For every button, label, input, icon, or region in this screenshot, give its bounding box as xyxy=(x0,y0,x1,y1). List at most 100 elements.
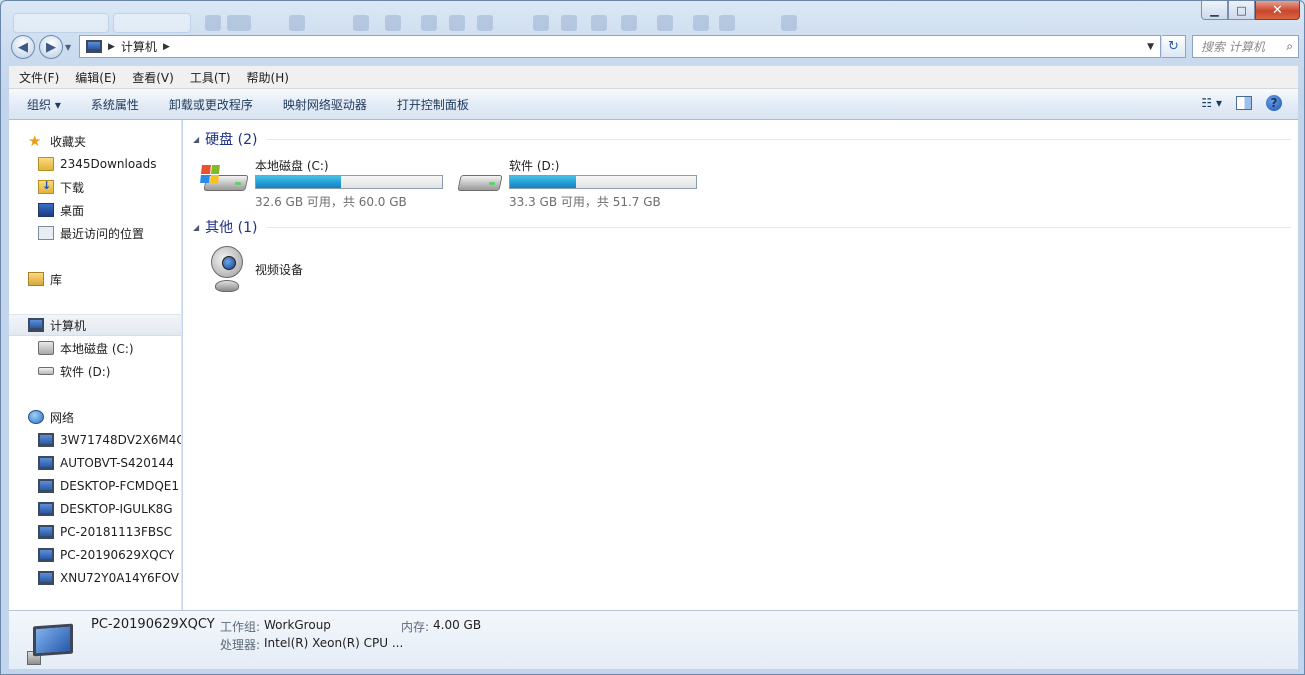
drive-name: 本地磁盘 (C:) xyxy=(255,159,329,173)
open-control-panel-button[interactable]: 打开控制面板 xyxy=(397,96,469,113)
nav-item-2345downloads[interactable]: 2345Downloads xyxy=(9,153,181,175)
nav-network-pc[interactable]: 3W71748DV2X6M4O xyxy=(9,429,181,451)
breadcrumb-separator-icon[interactable]: ▶ xyxy=(108,42,115,52)
minimize-button[interactable]: ▁ xyxy=(1201,1,1228,20)
help-icon[interactable]: ? xyxy=(1266,95,1282,111)
change-view-icon[interactable]: ☷ ▾ xyxy=(1201,96,1222,110)
collapse-triangle-icon[interactable]: ◢ xyxy=(193,135,199,144)
nav-item-desktop[interactable]: 桌面 xyxy=(9,199,181,221)
drive-icon xyxy=(455,169,503,197)
preview-pane-icon[interactable] xyxy=(1236,96,1252,110)
drive-icon xyxy=(38,367,54,375)
forward-button[interactable]: ▶ xyxy=(39,35,63,59)
network-computer-icon xyxy=(38,548,54,562)
nav-label: 最近访问的位置 xyxy=(60,226,145,241)
nav-label: DESKTOP-FCMDQE1 xyxy=(60,479,179,493)
maximize-button[interactable]: □ xyxy=(1228,1,1255,20)
background-icon xyxy=(621,15,637,31)
group-divider xyxy=(267,138,1291,140)
drive-name: 软件 (D:) xyxy=(509,159,560,173)
address-bar[interactable]: ▶ 计算机 ▶ ▼ xyxy=(79,35,1161,58)
drive-d-tile[interactable]: 软件 (D:) 33.3 GB 可用，共 51.7 GB xyxy=(455,157,705,209)
system-properties-button[interactable]: 系统属性 xyxy=(91,96,139,113)
menu-tools[interactable]: 工具(T) xyxy=(190,69,231,86)
uninstall-program-button[interactable]: 卸载或更改程序 xyxy=(169,96,253,113)
nav-network-pc[interactable]: AUTOBVT-S420144 xyxy=(9,452,181,474)
breadcrumb-computer[interactable]: 计算机 xyxy=(121,38,157,55)
nav-network-pc[interactable]: XNU72Y0A14Y6FOV xyxy=(9,567,181,589)
content-pane: ◢ 硬盘 (2) 本地磁盘 (C:) 32.6 GB 可用，共 60.0 GB xyxy=(183,120,1298,610)
menu-file[interactable]: 文件(F) xyxy=(19,69,59,86)
menu-help[interactable]: 帮助(H) xyxy=(247,69,289,86)
explorer-window: ▁ □ ✕ ◀ ▶ ▼ ▶ 计算机 ▶ ▼ ↻ 搜索 计算机 ⌕ 文件(F) 编… xyxy=(0,0,1305,675)
nav-item-recent-places[interactable]: 最近访问的位置 xyxy=(9,222,181,244)
menu-edit[interactable]: 编辑(E) xyxy=(75,69,116,86)
back-arrow-icon: ◀ xyxy=(18,39,28,55)
nav-label: DESKTOP-IGULK8G xyxy=(60,502,173,516)
search-input[interactable]: 搜索 计算机 ⌕ xyxy=(1192,35,1299,58)
library-icon xyxy=(28,272,44,286)
other-group-header[interactable]: ◢ 其他 (1) xyxy=(193,216,1291,238)
nav-item-downloads[interactable]: 下载 xyxy=(9,176,181,198)
back-button[interactable]: ◀ xyxy=(11,35,35,59)
menu-bar: 文件(F) 编辑(E) 查看(V) 工具(T) 帮助(H) xyxy=(9,66,1298,89)
computer-icon xyxy=(28,318,44,332)
workgroup-label: 工作组: xyxy=(220,620,261,634)
background-icon xyxy=(533,15,549,31)
organize-button[interactable]: 组织 ▾ xyxy=(27,96,61,113)
drive-free-space: 33.3 GB 可用，共 51.7 GB xyxy=(509,195,661,209)
nav-label: 软件 (D:) xyxy=(60,364,111,379)
nav-label: 库 xyxy=(50,272,63,287)
recent-pages-dropdown[interactable]: ▼ xyxy=(65,43,71,52)
windows-drive-icon xyxy=(38,341,54,355)
network-computer-icon xyxy=(38,433,54,447)
details-pane: PC-20190629XQCY 工作组: WorkGroup 内存: 4.00 … xyxy=(9,610,1298,669)
network-computer-icon xyxy=(38,456,54,470)
nav-favorites[interactable]: ★ 收藏夹 xyxy=(9,130,181,152)
breadcrumb-separator-icon[interactable]: ▶ xyxy=(163,42,170,52)
memory-label: 内存: xyxy=(401,620,430,634)
nav-network-pc[interactable]: DESKTOP-IGULK8G xyxy=(9,498,181,520)
refresh-icon: ↻ xyxy=(1168,39,1179,54)
downloads-folder-icon xyxy=(38,179,54,194)
nav-label: PC-20190629XQCY xyxy=(60,548,175,562)
processor-label: 处理器: xyxy=(220,638,261,652)
webcam-icon[interactable] xyxy=(209,246,245,294)
collapse-triangle-icon[interactable]: ◢ xyxy=(193,223,199,232)
background-icon xyxy=(289,15,305,31)
nav-item-drive-d[interactable]: 软件 (D:) xyxy=(9,360,181,382)
nav-label: XNU72Y0A14Y6FOV xyxy=(60,571,180,585)
video-device-label[interactable]: 视频设备 xyxy=(255,261,303,278)
background-tab xyxy=(113,13,191,33)
close-button[interactable]: ✕ xyxy=(1255,1,1300,20)
drive-usage-fill xyxy=(510,176,577,188)
nav-network[interactable]: 网络 xyxy=(9,406,181,428)
computer-icon xyxy=(86,40,102,53)
menu-view[interactable]: 查看(V) xyxy=(132,69,174,86)
nav-libraries[interactable]: 库 xyxy=(9,268,181,290)
nav-label: 2345Downloads xyxy=(60,157,157,171)
background-icon xyxy=(719,15,735,31)
background-icon xyxy=(781,15,797,31)
search-icon[interactable]: ⌕ xyxy=(1286,39,1293,54)
star-icon: ★ xyxy=(28,132,42,150)
nav-network-pc[interactable]: PC-20181113FBSC xyxy=(9,521,181,543)
background-icon xyxy=(421,15,437,31)
refresh-button[interactable]: ↻ xyxy=(1162,35,1186,58)
address-history-dropdown[interactable]: ▼ xyxy=(1147,42,1154,52)
nav-network-pc[interactable]: PC-20190629XQCY xyxy=(9,544,181,566)
map-network-drive-button[interactable]: 映射网络驱动器 xyxy=(283,96,367,113)
group-divider xyxy=(267,226,1291,228)
hard-disks-group-header[interactable]: ◢ 硬盘 (2) xyxy=(193,128,1291,150)
search-placeholder: 搜索 计算机 xyxy=(1201,40,1265,54)
nav-item-drive-c[interactable]: 本地磁盘 (C:) xyxy=(9,337,181,359)
background-tab xyxy=(13,13,109,33)
drive-c-tile[interactable]: 本地磁盘 (C:) 32.6 GB 可用，共 60.0 GB xyxy=(200,157,451,209)
nav-label: 下载 xyxy=(60,180,85,195)
background-icon xyxy=(385,15,401,31)
navigation-pane: ★ 收藏夹 2345Downloads 下载 桌面 最近访问的位置 库 计算机 xyxy=(9,120,182,610)
nav-network-pc[interactable]: DESKTOP-FCMDQE1 xyxy=(9,475,181,497)
nav-computer[interactable]: 计算机 xyxy=(9,314,181,336)
memory-value: 4.00 GB xyxy=(433,618,482,632)
network-computer-icon xyxy=(38,571,54,585)
